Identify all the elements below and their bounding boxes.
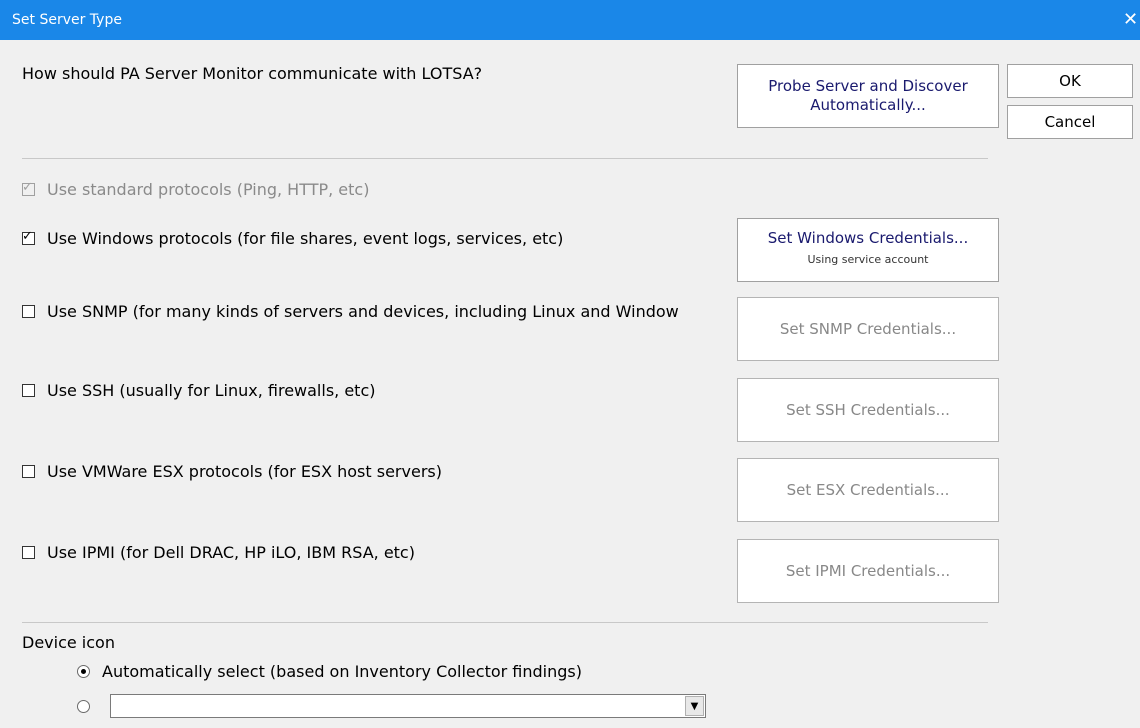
set-server-type-dialog: Set Server Type ✕ How should PA Server M…	[0, 0, 1140, 728]
divider-top	[22, 158, 988, 159]
standard-protocols-checkbox: ✓	[22, 180, 35, 196]
esx-checkbox[interactable]	[22, 465, 35, 478]
esx-label: Use VMWare ESX protocols (for ESX host s…	[47, 462, 442, 481]
dropdown-arrow-icon[interactable]: ▼	[685, 696, 704, 716]
set-windows-credentials-label: Set Windows Credentials...	[767, 229, 969, 247]
set-ssh-credentials-label: Set SSH Credentials...	[786, 401, 950, 419]
windows-protocols-checkbox[interactable]: ✓	[22, 229, 35, 245]
ssh-label: Use SSH (usually for Linux, firewalls, e…	[47, 381, 376, 400]
probe-server-button[interactable]: Probe Server and Discover Automatically.…	[737, 64, 999, 128]
title-bar: Set Server Type ✕	[0, 0, 1140, 40]
probe-server-button-label: Probe Server and Discover Automatically.…	[768, 77, 968, 114]
snmp-label: Use SNMP (for many kinds of servers and …	[47, 302, 679, 321]
ipmi-label: Use IPMI (for Dell DRAC, HP iLO, IBM RSA…	[47, 543, 415, 562]
ok-button-label: OK	[1059, 72, 1081, 90]
ipmi-row[interactable]: Use IPMI (for Dell DRAC, HP iLO, IBM RSA…	[22, 543, 415, 562]
set-ssh-credentials-button: Set SSH Credentials...	[737, 378, 999, 442]
prompt-text: How should PA Server Monitor communicate…	[22, 64, 483, 83]
set-ipmi-credentials-label: Set IPMI Credentials...	[785, 562, 951, 580]
auto-select-radio[interactable]	[77, 665, 90, 678]
manual-select-row[interactable]	[77, 700, 102, 713]
snmp-row[interactable]: Use SNMP (for many kinds of servers and …	[22, 302, 679, 321]
cancel-button-label: Cancel	[1044, 113, 1096, 131]
divider-bottom	[22, 622, 988, 623]
windows-credentials-status: Using service account	[807, 253, 929, 266]
set-windows-credentials-button[interactable]: Set Windows Credentials... Using service…	[737, 218, 999, 282]
auto-select-row[interactable]: Automatically select (based on Inventory…	[77, 662, 582, 681]
check-icon: ✓	[22, 180, 33, 195]
set-ipmi-credentials-button: Set IPMI Credentials...	[737, 539, 999, 603]
check-icon: ✓	[22, 229, 33, 244]
snmp-checkbox[interactable]	[22, 305, 35, 318]
cancel-button[interactable]: Cancel	[1007, 105, 1133, 139]
dialog-title: Set Server Type	[12, 12, 122, 28]
device-icon-label: Device icon	[22, 633, 115, 652]
windows-protocols-label: Use Windows protocols (for file shares, …	[47, 229, 564, 248]
esx-row[interactable]: Use VMWare ESX protocols (for ESX host s…	[22, 462, 442, 481]
set-snmp-credentials-button: Set SNMP Credentials...	[737, 297, 999, 361]
device-icon-dropdown[interactable]: ▼	[110, 694, 706, 718]
auto-select-label: Automatically select (based on Inventory…	[102, 662, 582, 681]
ssh-row[interactable]: Use SSH (usually for Linux, firewalls, e…	[22, 381, 375, 400]
set-esx-credentials-label: Set ESX Credentials...	[786, 481, 950, 499]
set-snmp-credentials-label: Set SNMP Credentials...	[779, 320, 957, 338]
ipmi-checkbox[interactable]	[22, 546, 35, 559]
ok-button[interactable]: OK	[1007, 64, 1133, 98]
ssh-checkbox[interactable]	[22, 384, 35, 397]
manual-select-radio[interactable]	[77, 700, 90, 713]
standard-protocols-row: ✓ Use standard protocols (Ping, HTTP, et…	[22, 180, 369, 199]
close-icon[interactable]: ✕	[1123, 0, 1140, 40]
standard-protocols-label: Use standard protocols (Ping, HTTP, etc)	[47, 180, 370, 199]
windows-protocols-row[interactable]: ✓ Use Windows protocols (for file shares…	[22, 229, 563, 248]
set-esx-credentials-button: Set ESX Credentials...	[737, 458, 999, 522]
